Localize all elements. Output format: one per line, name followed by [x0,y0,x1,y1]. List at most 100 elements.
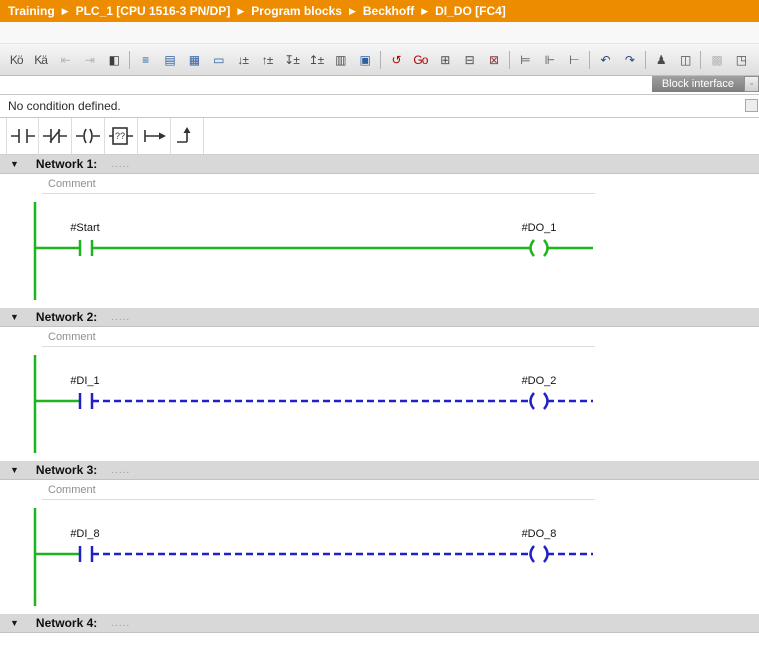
call-structure-button[interactable]: ⊩ [537,47,561,72]
collapse-triangle-icon: ▼ [10,465,19,475]
know-how-protection-icon: ♟ [656,54,666,66]
snapshot-button[interactable]: ◫ [673,47,697,72]
increase-indent-button[interactable]: ⇥ [77,47,101,72]
favorite-contact-closed-button[interactable] [39,118,72,154]
close-branch-icon [174,125,200,147]
show-favorites-button[interactable]: ≡ [133,47,157,72]
toolbar-separator [380,51,381,69]
open-all-networks-icon: ↓± [237,54,248,66]
editor-pane-button[interactable]: ◳ [729,47,753,72]
coil-icon [75,125,101,147]
update-calls-icon: ⊞ [440,54,449,66]
network-comment[interactable]: Comment [48,484,759,496]
refresh-interface-button[interactable]: ⊠ [481,47,505,72]
previous-usage-button[interactable]: ↶ [593,47,617,72]
know-how-protection-button[interactable]: ♟ [649,47,673,72]
decrease-indent-icon: ⇤ [60,54,69,66]
close-all-networks-button[interactable]: ↑± [255,47,279,72]
network-comments-button[interactable]: ▭ [206,47,230,72]
toolbar-separator [129,51,130,69]
network-2-header[interactable]: ▼ Network 2: ..... [0,308,759,327]
breadcrumb: Training ▶ PLC_1 [CPU 1516-3 PN/DP] ▶ Progra… [0,0,759,22]
network-comment[interactable]: Comment [48,331,759,343]
collapse-triangle-icon: ▼ [10,159,19,169]
settings-button[interactable]: ▩ [704,47,728,72]
favorite-contact-open-button[interactable] [6,118,39,154]
empty-box-icon: ?? [108,125,134,147]
symbolic-representation-button[interactable]: Kö [4,47,28,72]
breadcrumb-item[interactable]: PLC_1 [CPU 1516-3 PN/DP] [76,4,231,18]
rung-area: #DI_8 #DO_8 [0,502,759,614]
breadcrumb-item[interactable]: Program blocks [251,4,342,18]
next-error-button[interactable]: Go [408,47,432,72]
ladder-rung-diagram [0,502,759,614]
network-comments-icon: ▭ [213,54,223,66]
comment-divider [42,346,595,347]
comment-divider [42,193,595,194]
insert-network-button[interactable]: ◧ [102,47,126,72]
favorite-empty-box-button[interactable]: ?? [105,118,138,154]
network-title: Network 1: [36,157,97,171]
breadcrumb-item[interactable]: Training [8,4,55,18]
panel-handle-button[interactable] [745,99,758,112]
breadcrumb-item[interactable]: DI_DO [FC4] [435,4,506,18]
collapse-triangle-icon: ▼ [10,312,19,322]
network-title-placeholder: ..... [111,465,130,476]
breadcrumb-separator-icon: ▶ [349,6,356,17]
toolbar-separator [509,51,510,69]
show-favorites-icon: ≡ [142,54,148,66]
insert-network-icon: ◧ [109,54,119,66]
condition-bar: No condition defined. [0,94,759,118]
network-1-header[interactable]: ▼ Network 1: ..... [0,155,759,174]
favorite-close-branch-button[interactable] [171,118,204,154]
network-title-placeholder: ..... [111,312,130,323]
network-3-header[interactable]: ▼ Network 3: ..... [0,461,759,480]
network-title: Network 4: [36,616,97,630]
network-comment[interactable]: Comment [48,178,759,190]
rung-area: #DI_1 #DO_2 [0,349,759,461]
favorite-open-branch-button[interactable] [138,118,171,154]
free-comments-button[interactable]: ▦ [182,47,206,72]
check-consistency-button[interactable]: ⊟ [457,47,481,72]
selection-frame-icon: ▣ [359,54,369,66]
collapse-operands-button[interactable]: ↥± [304,47,328,72]
expand-operands-button[interactable]: ↧± [279,47,303,72]
absolute-representation-icon: Kä [34,54,47,66]
absolute-representation-button[interactable]: Kä [28,47,52,72]
next-usage-icon: ↷ [625,54,634,66]
favorites-bar: ?? [0,118,759,155]
symbolic-representation-icon: Kö [10,54,23,66]
breadcrumb-separator-icon: ▶ [237,6,244,17]
comment-divider [42,499,595,500]
settings-icon: ▩ [711,54,721,66]
update-calls-button[interactable]: ⊞ [433,47,457,72]
call-hierarchy-button[interactable]: ⊢ [562,47,586,72]
program-status-icon: ▥ [335,54,345,66]
network-title-placeholder: ..... [111,618,130,629]
block-interface-toggle-button[interactable]: ▫ [744,76,759,92]
selection-frame-button[interactable]: ▣ [352,47,376,72]
program-status-button[interactable]: ▥ [328,47,352,72]
snapshot-icon: ◫ [680,54,690,66]
jump-label-icon: ⊨ [520,54,529,66]
toolbar-separator [700,51,701,69]
open-branch-icon [141,125,167,147]
next-error-icon: Go [413,54,427,66]
call-structure-icon: ⊩ [545,54,554,66]
breadcrumb-item[interactable]: Beckhoff [363,4,414,18]
network-overview-button[interactable]: ▤ [157,47,181,72]
breadcrumb-separator-icon: ▶ [62,6,69,17]
editor-pane-icon: ◳ [736,54,746,66]
collapse-triangle-icon: ▼ [10,618,19,628]
network-4-header[interactable]: ▼ Network 4: ..... [0,614,759,633]
toolbar-separator [645,51,646,69]
favorite-coil-button[interactable] [72,118,105,154]
network-2-comment-row: Comment [0,327,759,349]
next-usage-button[interactable]: ↷ [617,47,641,72]
jump-label-button[interactable]: ⊨ [513,47,537,72]
block-interface-tab[interactable]: Block interface [652,76,744,92]
network-3-comment-row: Comment [0,480,759,502]
decrease-indent-button[interactable]: ⇤ [53,47,77,72]
open-all-networks-button[interactable]: ↓± [230,47,254,72]
previous-error-button[interactable]: ↺ [384,47,408,72]
